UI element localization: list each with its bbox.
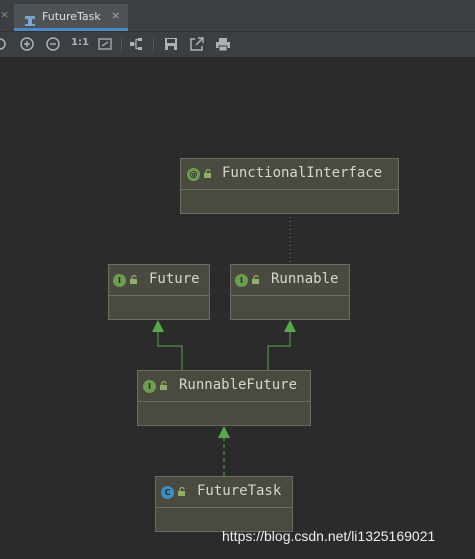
layout-icon[interactable] [128,36,144,52]
public-lock-icon [130,275,137,284]
toolbar-separator [121,37,122,52]
node-runnable[interactable]: I Runnable [230,264,350,320]
collapse-arrow-icon[interactable] [0,36,10,52]
node-functionalinterface[interactable]: @ FunctionalInterface [180,158,399,214]
public-lock-icon [178,487,185,496]
node-runnablefuture[interactable]: I RunnableFuture [137,370,311,426]
uml-diagram-icon [24,12,36,26]
node-future[interactable]: I Future [108,264,210,320]
tab-futuretask[interactable]: FutureTask × [14,4,128,31]
node-futuretask[interactable]: C FutureTask [155,476,293,532]
fit-content-icon[interactable] [97,36,113,52]
annotation-icon: @ [187,168,200,181]
editor-tab-bar: × FutureTask × [0,0,475,32]
close-icon[interactable]: × [111,9,120,22]
node-title: FunctionalInterface [222,165,383,181]
diagram-canvas[interactable]: @ FunctionalInterface I Future I Runnabl… [0,58,475,559]
zoom-in-icon[interactable] [19,36,35,52]
edge-runnablefuture-runnable [267,328,291,370]
public-lock-icon [204,169,211,178]
diagram-toolbar: 1:1 [0,32,475,58]
actual-size-button[interactable]: 1:1 [71,37,89,48]
print-icon[interactable] [215,36,231,52]
previous-tab-close-icon[interactable]: × [0,8,9,21]
toolbar-separator [153,37,154,52]
public-lock-icon [160,381,167,390]
edge-arrowhead [218,426,230,438]
node-title: FutureTask [197,483,282,499]
node-title: RunnableFuture [179,377,298,393]
export-icon[interactable] [189,36,205,52]
watermark: https://blog.csdn.net/li1325169021 [222,528,436,544]
edge-arrowhead [152,320,164,332]
class-icon: C [161,486,174,499]
zoom-out-icon[interactable] [45,36,61,52]
public-lock-icon [252,275,259,284]
tab-title: FutureTask [42,10,101,23]
interface-icon: I [143,380,156,393]
node-title: Runnable [271,271,339,287]
interface-icon: I [113,274,126,287]
save-icon[interactable] [163,36,179,52]
edge-arrowhead [284,320,296,332]
interface-icon: I [235,274,248,287]
edge-runnablefuture-future [157,328,183,370]
node-title: Future [149,271,200,287]
